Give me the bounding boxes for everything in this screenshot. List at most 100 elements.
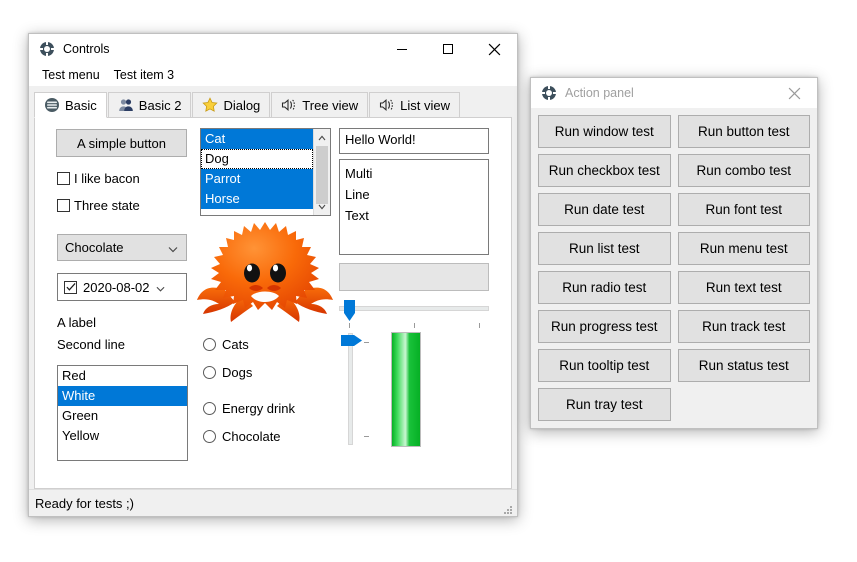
menu-item-test-menu[interactable]: Test menu [35,66,107,84]
list-item[interactable]: White [58,386,187,406]
scrollbar-thumb[interactable] [316,146,328,204]
run-menu-test-button[interactable]: Run menu test [677,232,810,265]
tab-label: Tree view [302,97,359,113]
run-button-test-button[interactable]: Run button test [677,115,810,148]
radio-dogs[interactable]: Dogs [203,365,252,380]
slider-tick [349,323,350,328]
textfield-value: Hello World! [345,132,416,147]
star-icon [202,97,219,113]
chevron-down-icon[interactable] [156,280,165,295]
run-date-test-button[interactable]: Run date test [538,193,671,226]
simple-button[interactable]: A simple button [56,129,187,157]
list-item[interactable]: Green [58,406,187,426]
checkbox-three-state[interactable]: Three state [57,198,140,213]
tabstrip[interactable]: Basic Basic 2 Dialog Tree view List view [34,92,512,118]
radio-chocolate[interactable]: Chocolate [203,429,281,444]
menu-item-test-item-3[interactable]: Test item 3 [107,66,181,84]
slider-tick [364,436,369,437]
layers-circle-icon [44,97,60,113]
maximize-icon [443,44,453,54]
radio-label: Cats [222,337,249,352]
close-button[interactable] [471,34,517,64]
multiline-textarea[interactable]: Multi Line Text [339,159,489,255]
tab-dialog[interactable]: Dialog [192,92,271,117]
radio-mark [203,366,216,379]
chevron-down-icon [168,240,178,255]
window-button-group[interactable] [379,34,517,64]
list-item[interactable]: Cat [201,129,313,149]
speaker-icon [281,97,297,113]
run-combo-test-button[interactable]: Run combo test [677,154,810,187]
list-item[interactable]: Parrot [201,169,313,189]
radio-energy-drink[interactable]: Energy drink [203,401,295,416]
statusbar: Ready for tests ;) [29,489,517,516]
horizontal-slider[interactable] [339,300,489,328]
checkbox-i-like-bacon[interactable]: I like bacon [57,171,140,186]
vertical-slider[interactable] [341,333,371,445]
tab-label: Dialog [223,97,261,113]
close-icon [488,43,500,55]
radio-label: Energy drink [222,401,295,416]
slider-track[interactable] [339,306,489,311]
action-panel-body: Run window test Run button test Run chec… [531,108,817,428]
run-list-test-button[interactable]: Run list test [538,232,671,265]
run-tray-test-button[interactable]: Run tray test [538,388,671,421]
close-icon [788,87,800,99]
chevron-up-icon[interactable] [318,129,326,146]
list-item[interactable]: Red [58,366,187,386]
maximize-button[interactable] [425,34,471,64]
run-text-test-button[interactable]: Run text test [677,271,810,304]
close-button[interactable] [771,78,817,108]
animal-listbox[interactable]: Cat Dog Parrot Horse [200,128,331,216]
list-item[interactable]: Yellow [58,426,187,446]
run-track-test-button[interactable]: Run track test [677,310,810,343]
combobox-value: Chocolate [65,240,124,255]
radio-label: Chocolate [222,429,281,444]
tab-label: List view [400,97,451,113]
controls-titlebar[interactable]: Controls [29,34,517,64]
slider-thumb[interactable] [341,335,362,346]
checkmark-icon [65,283,76,291]
run-progress-test-button[interactable]: Run progress test [538,310,671,343]
radio-mark [203,430,216,443]
radio-cats[interactable]: Cats [203,337,249,352]
run-window-test-button[interactable]: Run window test [538,115,671,148]
tab-tree-view[interactable]: Tree view [271,92,369,117]
checkbox-label: I like bacon [74,171,140,186]
color-listbox[interactable]: Red White Green Yellow [57,365,188,461]
date-picker[interactable]: 2020-08-02 [57,273,187,301]
flavor-combobox[interactable]: Chocolate [57,234,187,261]
radio-mark [203,402,216,415]
animal-list-scrollbar[interactable] [313,129,330,215]
date-enabled-checkbox[interactable] [64,280,77,294]
statusbar-text: Ready for tests ;) [35,495,134,511]
vertical-progress-bar [391,332,421,447]
action-panel-window[interactable]: Action panel Run window test Run button … [530,77,818,429]
date-value: 2020-08-02 [83,279,150,295]
run-font-test-button[interactable]: Run font test [677,193,810,226]
run-radio-test-button[interactable]: Run radio test [538,271,671,304]
checkbox-box [57,199,70,212]
checkbox-label: Three state [74,198,140,213]
menubar[interactable]: Test menu Test item 3 [29,64,517,86]
tab-list-view[interactable]: List view [369,92,461,117]
slider-thumb[interactable] [344,300,355,321]
run-checkbox-test-button[interactable]: Run checkbox test [538,154,671,187]
resize-grip-icon[interactable] [502,502,513,514]
slider-track[interactable] [348,333,353,445]
textarea-value: Multi Line Text [345,166,373,223]
controls-window[interactable]: Controls Test menu Test item 3 Basic Bas… [28,33,518,517]
hello-world-textfield[interactable]: Hello World! [339,128,489,154]
list-item[interactable]: Horse [201,189,313,209]
tab-basic-2[interactable]: Basic 2 [107,92,192,117]
minimize-button[interactable] [379,34,425,64]
run-status-test-button[interactable]: Run status test [677,349,810,382]
checkbox-box [57,172,70,185]
controls-window-title: Controls [63,42,110,56]
list-item[interactable]: Dog [201,149,313,169]
run-tooltip-test-button[interactable]: Run tooltip test [538,349,671,382]
basic-tab-page: A simple button I like bacon Three state… [34,118,512,489]
tab-basic[interactable]: Basic [34,92,107,118]
window-button-group[interactable] [771,78,817,108]
action-panel-titlebar[interactable]: Action panel [531,78,817,108]
